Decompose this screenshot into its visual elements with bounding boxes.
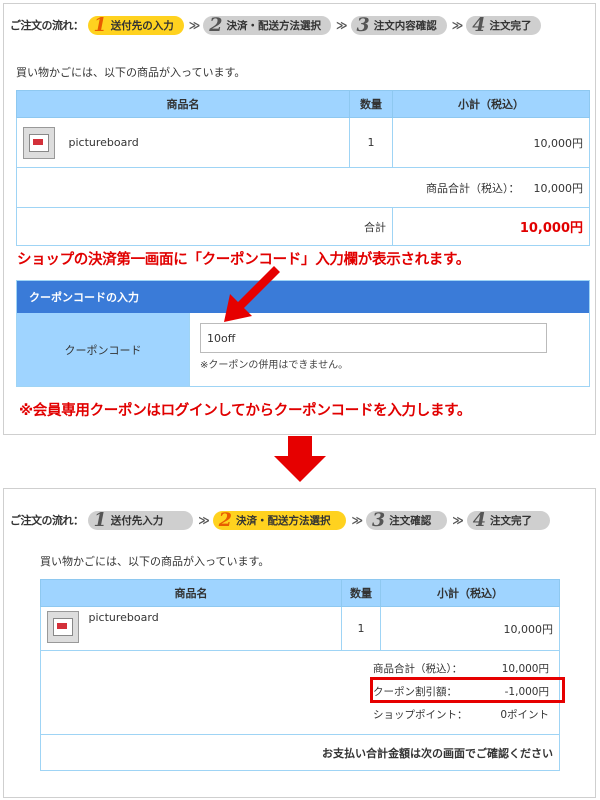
flow-step-3: 3 注文確認 — [366, 510, 448, 530]
checkout-step1-screenshot: ご注文の流れ： 1 送付先の入力 ≫ 2 決済・配送方法選択 ≫ 3 注文内容確認 ≫… — [3, 3, 596, 435]
coupon-section: クーポンコードの入力 クーポンコード 10off ※クーポンの併用はできません。 — [16, 280, 590, 387]
flow-step-4: 4 注文完了 — [466, 15, 542, 35]
order-flow-steps: ご注文の流れ： 1 送付先の入力 ≫ 2 決済・配送方法選択 ≫ 3 注文内容確認 ≫… — [10, 10, 542, 40]
tax-total-row: 商品合計（税込）： 10,000円 — [16, 167, 590, 208]
product-name[interactable]: pictureboard — [69, 136, 139, 149]
flow-label: ご注文の流れ： — [10, 514, 84, 527]
coupon-note: ※クーポンの併用はできません。 — [200, 360, 349, 371]
table-row: pictureboard 1 10,000円 — [16, 117, 590, 168]
tax-total-label: 商品合計（税込）： — [426, 181, 520, 195]
flow-separator-icon: ≫ — [451, 18, 463, 32]
table-row: pictureboard 1 10,000円 — [40, 606, 560, 651]
flow-step-4: 4 注文完了 — [466, 510, 550, 530]
qty-cell: 1 — [349, 117, 393, 168]
flow-separator-icon: ≫ — [198, 513, 209, 527]
flow-step-2: 2 決済・配送方法選択 — [212, 510, 347, 530]
grand-total-label: 合計 — [16, 207, 393, 246]
subtotal-cell: 10,000円 — [392, 117, 590, 168]
cart-table: 商品名 数量 小計（税込） pictureboard 1 10,000円 商品合… — [16, 90, 590, 246]
flow-label: ご注文の流れ： — [10, 19, 84, 32]
table-row: 合計 10,000円 — [16, 207, 590, 246]
flow-separator-icon: ≫ — [188, 18, 200, 32]
product-name[interactable]: pictureboard — [89, 611, 159, 624]
col-header-subtotal: 小計（税込） — [380, 579, 560, 607]
annotation-member-coupon: ※会員専用クーポンはログインしてからクーポンコードを入力します。 — [19, 403, 472, 419]
red-arrow-icon — [224, 266, 280, 322]
product-thumbnail — [23, 126, 55, 159]
flow-separator-icon: ≫ — [452, 513, 463, 527]
flow-step-1: 1 送付先の入力 — [87, 15, 184, 35]
col-header-product: 商品名 — [40, 579, 342, 607]
grand-total-value: 10,000円 — [392, 207, 590, 246]
summary-line-shop-points: ショップポイント： 0ポイント — [373, 709, 549, 721]
product-cell: pictureboard — [40, 606, 342, 651]
col-header-product: 商品名 — [16, 90, 350, 118]
cart-intro-text: 買い物かごには、以下の商品が入っています。 — [16, 66, 246, 79]
col-header-subtotal: 小計（税込） — [392, 90, 590, 118]
qty-cell: 1 — [341, 606, 381, 651]
table-row: お支払い合計金額は次の画面でご確認ください — [40, 734, 560, 771]
order-flow-steps: ご注文の流れ： 1 送付先入力 ≫ 2 決済・配送方法選択 ≫ 3 注文確認 ≫ 4注… — [10, 505, 550, 535]
down-arrow-icon — [274, 436, 326, 482]
subtotal-cell: 10,000円 — [380, 606, 560, 651]
cart-intro-text: 買い物かごには、以下の商品が入っています。 — [40, 555, 270, 568]
flow-step-2: 2 決済・配送方法選択 — [203, 15, 331, 35]
coupon-section-header: クーポンコードの入力 — [17, 281, 589, 313]
coupon-code-input[interactable]: 10off — [200, 323, 547, 353]
checkout-step2-screenshot: ご注文の流れ： 1 送付先入力 ≫ 2 決済・配送方法選択 ≫ 3 注文確認 ≫ 4注… — [3, 488, 596, 798]
col-header-qty: 数量 — [349, 90, 393, 118]
col-header-qty: 数量 — [341, 579, 381, 607]
flow-separator-icon: ≫ — [351, 513, 362, 527]
flow-step-3: 3 注文内容確認 — [350, 15, 447, 35]
coupon-discount-highlight-box — [370, 677, 565, 703]
cart-table: 商品名 数量 小計（税込） pictureboard 1 10,000円 商品合… — [40, 579, 560, 771]
product-thumbnail — [47, 611, 79, 643]
payment-total-note: お支払い合計金額は次の画面でご確認ください — [40, 734, 560, 771]
flow-separator-icon: ≫ — [335, 18, 347, 32]
tax-total-value: 10,000円 — [533, 181, 584, 195]
table-row: 商品合計（税込）： 10,000円 — [16, 167, 590, 208]
coupon-code-label: クーポンコード — [17, 313, 190, 386]
product-cell: pictureboard — [16, 117, 350, 168]
flow-step-1: 1 送付先入力 — [87, 510, 194, 530]
